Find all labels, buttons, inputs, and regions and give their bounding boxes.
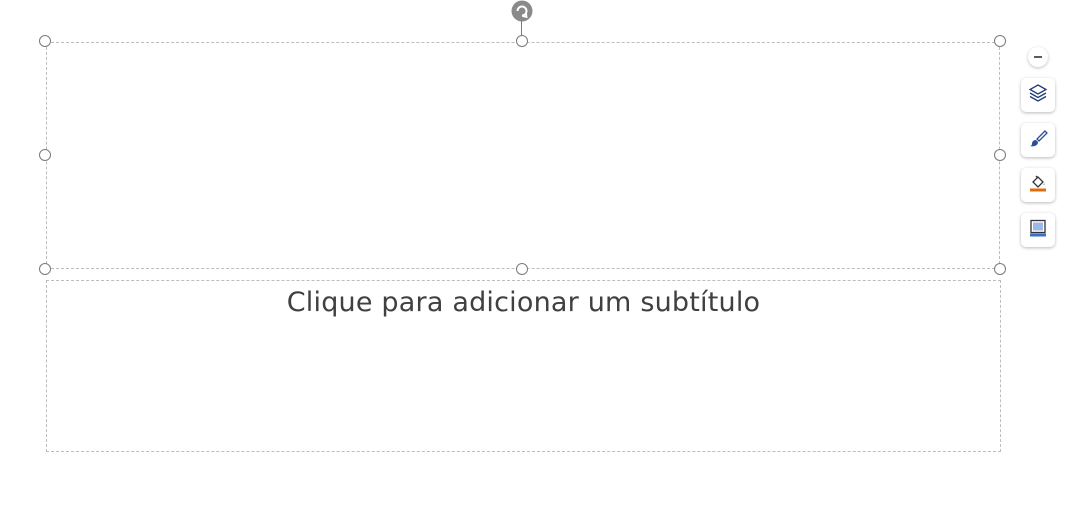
resize-handle-top[interactable] bbox=[516, 35, 528, 47]
style-brush-button[interactable] bbox=[1021, 123, 1055, 157]
subtitle-placeholder-text[interactable]: Clique para adicionar um subtítulo bbox=[47, 285, 1000, 321]
resize-handle-right[interactable] bbox=[994, 149, 1006, 161]
resize-handle-top-left[interactable] bbox=[39, 35, 51, 47]
subtitle-placeholder[interactable]: Clique para adicionar um subtítulo bbox=[46, 280, 1001, 452]
resize-handle-top-right[interactable] bbox=[994, 35, 1006, 47]
resize-handle-bottom[interactable] bbox=[516, 263, 528, 275]
resize-handle-bottom-right[interactable] bbox=[994, 263, 1006, 275]
resize-handle-left[interactable] bbox=[39, 149, 51, 161]
fill-color-icon bbox=[1028, 173, 1048, 197]
shape-outline-button[interactable] bbox=[1021, 213, 1055, 247]
title-placeholder[interactable] bbox=[46, 42, 1000, 269]
fill-color-button[interactable] bbox=[1021, 168, 1055, 202]
resize-handle-bottom-left[interactable] bbox=[39, 263, 51, 275]
shape-outline-icon bbox=[1028, 218, 1048, 242]
rotate-handle-icon[interactable] bbox=[510, 0, 534, 22]
collapse-minus-icon[interactable] bbox=[1028, 47, 1048, 67]
rotate-connector bbox=[521, 21, 522, 36]
layers-button[interactable] bbox=[1021, 78, 1055, 112]
brush-icon bbox=[1028, 128, 1048, 152]
layers-icon bbox=[1028, 83, 1048, 107]
